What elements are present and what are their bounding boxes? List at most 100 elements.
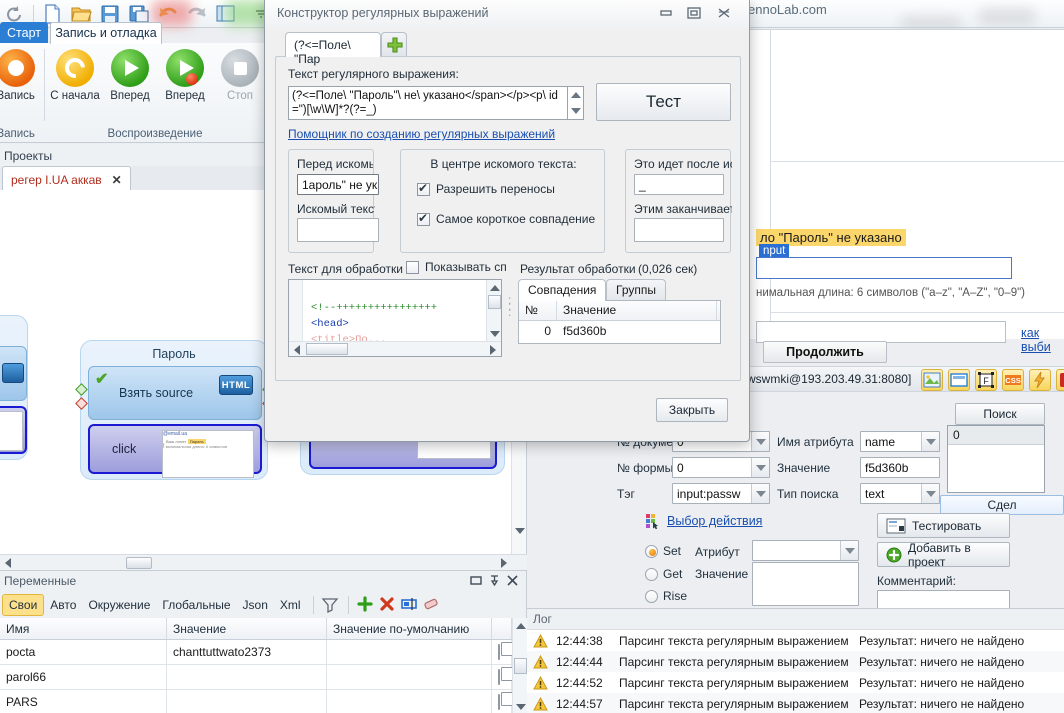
restore-icon[interactable]	[469, 574, 484, 589]
copy-icon[interactable]	[498, 694, 500, 710]
log-row[interactable]: 12:44:52 Парсинг текста регулярным выраж…	[527, 672, 1064, 693]
add-regex-tab-button[interactable]	[381, 32, 407, 57]
scroll-right-button[interactable]	[485, 342, 500, 356]
scroll-left-button[interactable]	[0, 555, 15, 570]
stop-icon[interactable]	[1056, 369, 1064, 391]
checkbox-icon[interactable]	[417, 181, 430, 196]
table-row[interactable]: pocta chanttuttwato2373	[0, 640, 527, 665]
search-button[interactable]: Поиск	[955, 403, 1045, 425]
dialog-titlebar[interactable]: Конструктор регулярных выражений	[265, 0, 749, 28]
log-row[interactable]: 12:44:57 Парсинг текста регулярным выраж…	[527, 693, 1064, 713]
maximize-icon[interactable]	[683, 4, 705, 22]
how-to-choose-link[interactable]: как выби	[1021, 326, 1064, 354]
scroll-thumb[interactable]	[514, 658, 527, 674]
radio-get[interactable]: Get	[645, 567, 682, 581]
frame-toggle-icon[interactable]	[948, 369, 970, 391]
scroll-up-button[interactable]	[513, 618, 528, 633]
add-to-project-button[interactable]: Добавить в проект	[877, 541, 1010, 569]
project-tab[interactable]: регер I.UA аккав ✕	[2, 166, 131, 190]
chevron-down-icon[interactable]	[751, 458, 769, 477]
node-group-password[interactable]: Пароль ✔ Взять source HTML click @email.…	[75, 340, 275, 480]
matches-tab[interactable]: Совпадения	[518, 279, 607, 301]
spin-up-button[interactable]	[568, 87, 583, 103]
node-click[interactable]: click @email.ua Ваш логин Пароль ! миним…	[88, 424, 262, 478]
chevron-down-icon[interactable]	[921, 484, 939, 503]
close-icon[interactable]	[713, 4, 735, 22]
test-button[interactable]: Тестировать	[877, 513, 1010, 538]
css-toggle-icon[interactable]: CSS	[1002, 369, 1024, 391]
table-row[interactable]: PARS	[0, 690, 527, 713]
copy-icon[interactable]	[498, 669, 500, 685]
forward-button[interactable]: Вперед	[101, 49, 159, 102]
chevron-down-icon[interactable]	[751, 432, 769, 451]
forward-record-button[interactable]: Вперед	[156, 49, 214, 102]
connector-red-left[interactable]	[75, 397, 88, 410]
test-regex-button[interactable]: Тест	[596, 83, 731, 121]
continue-button[interactable]: Продолжить	[763, 341, 887, 363]
scroll-down-button[interactable]	[487, 326, 501, 341]
node-take-source[interactable]: ✔ Взять source HTML	[75, 366, 275, 420]
radio-set[interactable]: Set	[645, 544, 681, 558]
ribbon-tab-record-debug[interactable]: Запись и отладка	[50, 22, 162, 44]
scroll-thumb[interactable]	[488, 295, 501, 309]
regex-constructor-dialog[interactable]: Конструктор регулярных выражений (?<=Пол…	[264, 0, 750, 442]
spin-down-button[interactable]	[568, 103, 583, 119]
node-row-partial-2[interactable]	[0, 406, 27, 454]
search-text-input[interactable]	[297, 218, 379, 242]
attr-name-combo[interactable]: name	[860, 431, 940, 452]
canvas-horizontal-scrollbar[interactable]	[0, 554, 527, 570]
regex-spinner[interactable]	[568, 86, 584, 120]
regex-tab[interactable]: (?<=Поле\ "Пар	[285, 32, 381, 66]
attr-value-input[interactable]: f5d360b	[860, 457, 940, 478]
scroll-down-button[interactable]	[513, 699, 528, 713]
radio-icon[interactable]	[645, 567, 658, 581]
chevron-down-icon[interactable]	[751, 484, 769, 503]
web-preview[interactable]: Расширенный редактор ло "Пароль" не указ…	[745, 29, 1064, 354]
regex-helper-link[interactable]: Помощник по созданию регулярных выражени…	[288, 127, 555, 141]
after-text-input[interactable]: _	[634, 174, 724, 195]
secondary-input[interactable]	[756, 321, 1006, 343]
do-button[interactable]: Сдел	[940, 495, 1064, 515]
before-text-input[interactable]: 1ароль" не указ	[297, 174, 379, 195]
close-icon[interactable]	[505, 574, 520, 589]
chevron-down-icon[interactable]	[921, 432, 939, 451]
tag-combo[interactable]: input:passw	[672, 483, 770, 504]
ribbon-tab-start[interactable]: Старт	[0, 22, 48, 44]
show-special-checkbox[interactable]: Показывать сп	[406, 260, 507, 274]
rename-icon[interactable]	[399, 595, 421, 615]
search-type-combo[interactable]: text	[860, 483, 940, 504]
delete-icon[interactable]	[377, 595, 399, 615]
node-group-partial[interactable]	[0, 315, 28, 460]
regex-input[interactable]: (?<=Поле\ "Пароль"\ не\ указано</span></…	[288, 86, 568, 120]
variables-table[interactable]: Имя Значение Значение по-умолчанию pocta…	[0, 618, 527, 713]
record-button[interactable]: Запись	[0, 49, 45, 102]
variables-tab-environment[interactable]: Окружение	[82, 595, 156, 615]
copy-icon[interactable]	[498, 644, 500, 660]
log-row[interactable]: 12:44:38 Парсинг текста регулярным выраж…	[527, 630, 1064, 651]
hscroll-thumb[interactable]	[306, 343, 348, 355]
dialog-close-button[interactable]: Закрыть	[656, 398, 728, 422]
connector-green-left[interactable]	[75, 383, 88, 396]
scroll-up-button[interactable]	[487, 280, 501, 295]
matches-table[interactable]: № Значение 0 f5d360b	[518, 300, 721, 344]
scroll-left-button[interactable]	[289, 342, 304, 356]
checkbox-icon[interactable]	[406, 260, 419, 274]
splitter-handle[interactable]: :::	[508, 294, 511, 318]
radio-icon[interactable]	[645, 589, 658, 603]
variables-scrollbar[interactable]	[512, 618, 527, 713]
restart-button[interactable]: С начала	[46, 49, 104, 102]
source-text-box[interactable]: <!--++++++++++++++++ <head> <title>По...	[288, 279, 502, 357]
allow-linebreaks-checkbox[interactable]: Разрешить переносы	[417, 181, 555, 196]
variables-tab-json[interactable]: Json	[237, 595, 274, 615]
filter-icon[interactable]	[320, 595, 342, 615]
variables-tab-own[interactable]: Свои	[2, 594, 45, 616]
table-row[interactable]: 0 f5d360b	[519, 321, 720, 343]
radio-icon[interactable]	[645, 544, 658, 558]
variables-tab-auto[interactable]: Авто	[44, 595, 82, 615]
eraser-icon[interactable]	[421, 595, 443, 615]
password-input[interactable]	[756, 257, 1012, 279]
url-bar[interactable]: wswmki@193.203.49.31:8080] F CSS	[745, 366, 1064, 392]
ends-with-input[interactable]	[634, 218, 724, 242]
attribute-combo[interactable]	[752, 540, 859, 561]
scroll-right-button[interactable]	[496, 555, 511, 570]
